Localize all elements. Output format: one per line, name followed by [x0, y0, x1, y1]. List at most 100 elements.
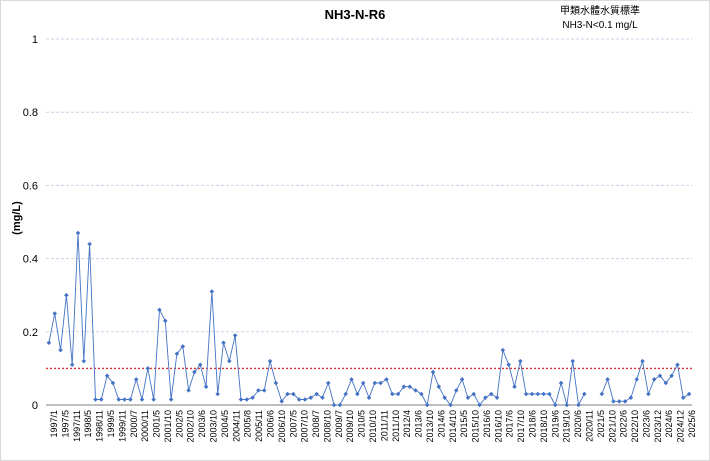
data-point — [558, 380, 564, 386]
data-point — [523, 391, 529, 397]
x-tick-label: 2023/6 — [641, 410, 651, 438]
x-tick-label: 2008/7 — [311, 410, 321, 438]
x-tick-label: 2012/4 — [402, 410, 412, 438]
data-point — [122, 397, 127, 402]
data-point — [628, 395, 634, 400]
data-point — [87, 241, 92, 247]
y-tick-label: 0.6 — [23, 180, 38, 192]
data-point — [244, 397, 250, 402]
data-point — [413, 388, 418, 393]
x-tick-label: 2007/5 — [288, 410, 298, 438]
data-point — [465, 395, 471, 400]
x-tick-label: 2018/6 — [528, 410, 538, 438]
data-point — [151, 397, 156, 402]
y-tick-label: 0 — [32, 400, 38, 412]
x-tick-label: 2017/10 — [516, 410, 526, 443]
data-point — [99, 397, 104, 402]
data-point — [93, 397, 98, 402]
data-point — [349, 377, 354, 382]
data-point — [58, 347, 63, 353]
data-point — [366, 395, 372, 400]
data-point — [419, 391, 424, 397]
data-point — [651, 377, 657, 382]
x-tick-label: 2014/6 — [436, 410, 446, 438]
x-tick-label: 1998/5 — [83, 410, 93, 438]
data-point — [325, 380, 331, 386]
data-point — [337, 402, 343, 408]
data-point — [634, 377, 639, 382]
data-point — [582, 391, 587, 397]
data-point — [622, 399, 628, 404]
data-point — [616, 399, 622, 404]
data-point — [605, 377, 610, 382]
x-tick-label: 2011/11 — [379, 410, 389, 441]
x-tick-label: 2025/6 — [687, 410, 697, 438]
x-tick-label: 2001/10 — [163, 410, 173, 443]
data-point — [128, 397, 133, 402]
x-tick-label: 2021/10 — [607, 410, 617, 443]
x-tick-label: 2000/7 — [129, 410, 139, 438]
x-tick-label: 2003/6 — [197, 410, 207, 438]
x-tick-label: 2005/8 — [243, 410, 253, 438]
data-point — [343, 391, 348, 397]
x-tick-label: 2002/10 — [186, 410, 196, 443]
data-point — [64, 292, 69, 298]
data-point — [372, 380, 378, 386]
data-point — [267, 358, 273, 364]
data-point — [488, 391, 494, 397]
data-point — [384, 377, 389, 382]
x-tick-label: 2019/6 — [550, 410, 560, 438]
x-tick-label: 2014/10 — [448, 410, 458, 443]
plot-area: 00.20.40.60.811997/1 1997/5 1997/11 1998/5 1… — [23, 34, 697, 443]
x-tick-label: 2009/7 — [334, 410, 344, 438]
data-point — [163, 318, 168, 324]
x-tick-label: 2022/10 — [630, 410, 640, 443]
data-point — [215, 391, 220, 397]
data-point — [541, 391, 546, 397]
data-point — [157, 307, 162, 313]
x-tick-label: 2004/11 — [231, 410, 241, 442]
y-tick-label: 1 — [32, 34, 38, 46]
data-point — [227, 358, 232, 364]
data-point — [320, 395, 325, 400]
x-tick-label: 2010/10 — [368, 410, 378, 443]
data-point — [75, 230, 81, 236]
data-point — [407, 384, 413, 389]
data-point — [686, 391, 692, 397]
data-point — [69, 362, 75, 368]
x-tick-label: 1999/5 — [106, 410, 116, 438]
data-point — [46, 340, 52, 346]
x-tick-label: 2019/10 — [562, 410, 572, 443]
x-tick-label: 1999/11 — [117, 410, 127, 442]
data-point — [576, 402, 581, 408]
data-point — [454, 388, 459, 393]
x-tick-label: 2021/5 — [596, 410, 606, 438]
y-tick-label: 0.8 — [23, 107, 38, 119]
x-tick-label: 2006/10 — [277, 410, 287, 443]
x-tick-label: 1997/5 — [60, 410, 70, 438]
data-point — [424, 402, 430, 408]
x-tick-label: 2024/12 — [676, 410, 686, 443]
data-point — [302, 397, 308, 402]
y-tick-label: 0.2 — [23, 327, 38, 339]
data-point — [331, 402, 337, 408]
data-point — [471, 391, 477, 397]
x-tick-label: 2005/11 — [254, 410, 264, 442]
data-point — [436, 384, 442, 389]
data-point — [599, 391, 605, 397]
y-tick-label: 0.4 — [23, 254, 38, 266]
x-tick-label: 2011/10 — [391, 410, 401, 442]
x-tick-label: 2016/10 — [493, 410, 503, 443]
data-point — [360, 380, 366, 386]
data-point — [139, 397, 145, 402]
data-point — [186, 388, 191, 393]
data-point — [355, 391, 360, 397]
data-point — [500, 347, 506, 353]
x-tick-label: 2015/10 — [471, 410, 481, 443]
data-point — [203, 384, 209, 389]
data-point — [390, 391, 395, 397]
data-point — [547, 391, 552, 397]
data-point — [494, 395, 500, 400]
data-point — [116, 397, 122, 402]
data-point — [675, 362, 680, 368]
